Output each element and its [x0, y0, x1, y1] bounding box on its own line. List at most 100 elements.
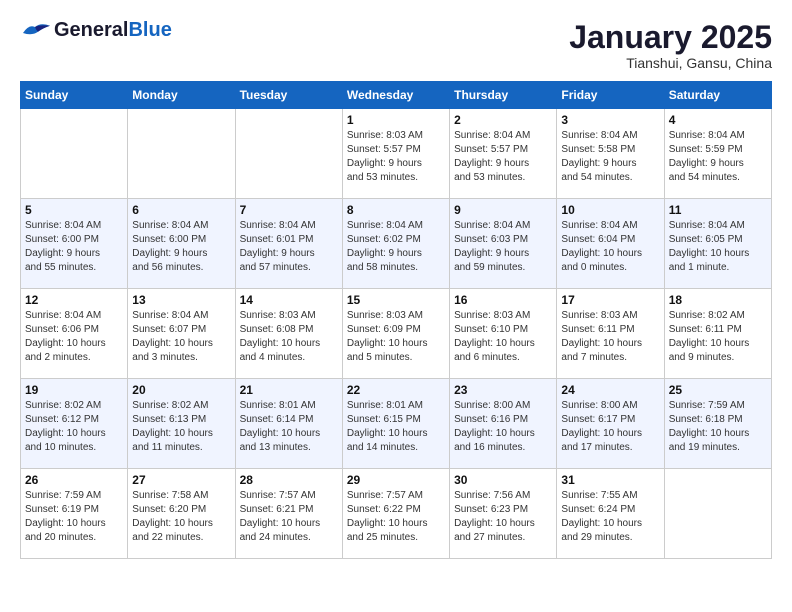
- day-info: Sunrise: 7:58 AM Sunset: 6:20 PM Dayligh…: [132, 489, 230, 545]
- day-info: Sunrise: 8:01 AM Sunset: 6:15 PM Dayligh…: [347, 399, 445, 455]
- day-number: 19: [25, 383, 123, 397]
- calendar-cell: 22 Sunrise: 8:01 AM Sunset: 6:15 PM Dayli…: [342, 379, 449, 469]
- calendar-cell: [128, 109, 235, 199]
- col-friday: Friday: [557, 82, 664, 109]
- day-info: Sunrise: 8:03 AM Sunset: 5:57 PM Dayligh…: [347, 129, 445, 185]
- calendar-title: January 2025: [569, 20, 772, 55]
- day-number: 18: [669, 293, 767, 307]
- day-number: 26: [25, 473, 123, 487]
- col-saturday: Saturday: [664, 82, 771, 109]
- calendar-cell: 12 Sunrise: 8:04 AM Sunset: 6:06 PM Dayli…: [21, 289, 128, 379]
- calendar-cell: [21, 109, 128, 199]
- logo-text: GeneralBlue: [54, 20, 172, 40]
- calendar-week-row: 5 Sunrise: 8:04 AM Sunset: 6:00 PM Daylig…: [21, 199, 772, 289]
- day-info: Sunrise: 8:00 AM Sunset: 6:16 PM Dayligh…: [454, 399, 552, 455]
- day-info: Sunrise: 8:04 AM Sunset: 6:00 PM Dayligh…: [132, 219, 230, 275]
- calendar-cell: 10 Sunrise: 8:04 AM Sunset: 6:04 PM Dayli…: [557, 199, 664, 289]
- calendar-cell: 11Sunrise: 8:04 AM Sunset: 6:05 PM Dayli…: [664, 199, 771, 289]
- day-info: Sunrise: 8:04 AM Sunset: 6:03 PM Dayligh…: [454, 219, 552, 275]
- day-number: 4: [669, 113, 767, 127]
- calendar-cell: 30 Sunrise: 7:56 AM Sunset: 6:23 PM Dayli…: [450, 469, 557, 559]
- calendar-cell: 7 Sunrise: 8:04 AM Sunset: 6:01 PM Daylig…: [235, 199, 342, 289]
- calendar-cell: 16Sunrise: 8:03 AM Sunset: 6:10 PM Dayli…: [450, 289, 557, 379]
- day-info: Sunrise: 7:59 AM Sunset: 6:18 PM Dayligh…: [669, 399, 767, 455]
- day-info: Sunrise: 8:01 AM Sunset: 6:14 PM Dayligh…: [240, 399, 338, 455]
- calendar-cell: 14 Sunrise: 8:03 AM Sunset: 6:08 PM Dayli…: [235, 289, 342, 379]
- day-info: Sunrise: 8:04 AM Sunset: 6:04 PM Dayligh…: [561, 219, 659, 275]
- calendar-cell: 19 Sunrise: 8:02 AM Sunset: 6:12 PM Dayli…: [21, 379, 128, 469]
- day-info: Sunrise: 8:03 AM Sunset: 6:09 PM Dayligh…: [347, 309, 445, 365]
- calendar-cell: 8Sunrise: 8:04 AM Sunset: 6:02 PM Daylig…: [342, 199, 449, 289]
- day-info: Sunrise: 8:04 AM Sunset: 6:06 PM Dayligh…: [25, 309, 123, 365]
- day-info: Sunrise: 7:57 AM Sunset: 6:21 PM Dayligh…: [240, 489, 338, 545]
- day-number: 21: [240, 383, 338, 397]
- day-number: 8: [347, 203, 445, 217]
- day-number: 15: [347, 293, 445, 307]
- calendar-cell: 28 Sunrise: 7:57 AM Sunset: 6:21 PM Dayli…: [235, 469, 342, 559]
- day-number: 20: [132, 383, 230, 397]
- day-number: 31: [561, 473, 659, 487]
- day-info: Sunrise: 8:02 AM Sunset: 6:12 PM Dayligh…: [25, 399, 123, 455]
- day-info: Sunrise: 8:00 AM Sunset: 6:17 PM Dayligh…: [561, 399, 659, 455]
- day-number: 30: [454, 473, 552, 487]
- calendar-week-row: 19 Sunrise: 8:02 AM Sunset: 6:12 PM Dayli…: [21, 379, 772, 469]
- col-thursday: Thursday: [450, 82, 557, 109]
- day-info: Sunrise: 8:02 AM Sunset: 6:11 PM Dayligh…: [669, 309, 767, 365]
- day-info: Sunrise: 7:59 AM Sunset: 6:19 PM Dayligh…: [25, 489, 123, 545]
- day-number: 12: [25, 293, 123, 307]
- day-number: 17: [561, 293, 659, 307]
- day-number: 13: [132, 293, 230, 307]
- calendar-cell: [664, 469, 771, 559]
- day-info: Sunrise: 8:04 AM Sunset: 5:58 PM Dayligh…: [561, 129, 659, 185]
- day-number: 14: [240, 293, 338, 307]
- col-sunday: Sunday: [21, 82, 128, 109]
- calendar-cell: 1 Sunrise: 8:03 AM Sunset: 5:57 PM Daylig…: [342, 109, 449, 199]
- day-info: Sunrise: 7:57 AM Sunset: 6:22 PM Dayligh…: [347, 489, 445, 545]
- day-info: Sunrise: 8:04 AM Sunset: 6:01 PM Dayligh…: [240, 219, 338, 275]
- day-info: Sunrise: 8:03 AM Sunset: 6:08 PM Dayligh…: [240, 309, 338, 365]
- day-number: 3: [561, 113, 659, 127]
- calendar-cell: 2 Sunrise: 8:04 AM Sunset: 5:57 PM Daylig…: [450, 109, 557, 199]
- day-number: 22: [347, 383, 445, 397]
- calendar-cell: 18 Sunrise: 8:02 AM Sunset: 6:11 PM Dayli…: [664, 289, 771, 379]
- calendar-body: 1 Sunrise: 8:03 AM Sunset: 5:57 PM Daylig…: [21, 109, 772, 559]
- calendar-header-row: Sunday Monday Tuesday Wednesday Thursday…: [21, 82, 772, 109]
- calendar-cell: 25Sunrise: 7:59 AM Sunset: 6:18 PM Dayli…: [664, 379, 771, 469]
- calendar-cell: 15 Sunrise: 8:03 AM Sunset: 6:09 PM Dayli…: [342, 289, 449, 379]
- day-number: 2: [454, 113, 552, 127]
- day-info: Sunrise: 8:02 AM Sunset: 6:13 PM Dayligh…: [132, 399, 230, 455]
- calendar-cell: 26 Sunrise: 7:59 AM Sunset: 6:19 PM Dayli…: [21, 469, 128, 559]
- calendar-cell: 9 Sunrise: 8:04 AM Sunset: 6:03 PM Daylig…: [450, 199, 557, 289]
- calendar-cell: 4 Sunrise: 8:04 AM Sunset: 5:59 PM Daylig…: [664, 109, 771, 199]
- calendar-week-row: 26 Sunrise: 7:59 AM Sunset: 6:19 PM Dayli…: [21, 469, 772, 559]
- calendar-cell: 29Sunrise: 7:57 AM Sunset: 6:22 PM Dayli…: [342, 469, 449, 559]
- day-info: Sunrise: 8:04 AM Sunset: 6:07 PM Dayligh…: [132, 309, 230, 365]
- day-info: Sunrise: 8:03 AM Sunset: 6:11 PM Dayligh…: [561, 309, 659, 365]
- col-tuesday: Tuesday: [235, 82, 342, 109]
- day-number: 5: [25, 203, 123, 217]
- day-number: 23: [454, 383, 552, 397]
- day-info: Sunrise: 8:03 AM Sunset: 6:10 PM Dayligh…: [454, 309, 552, 365]
- day-info: Sunrise: 7:55 AM Sunset: 6:24 PM Dayligh…: [561, 489, 659, 545]
- page-header: GeneralBlue January 2025 Tianshui, Gansu…: [20, 20, 772, 71]
- day-number: 11: [669, 203, 767, 217]
- day-info: Sunrise: 8:04 AM Sunset: 5:59 PM Dayligh…: [669, 129, 767, 185]
- calendar-table: Sunday Monday Tuesday Wednesday Thursday…: [20, 81, 772, 559]
- day-number: 27: [132, 473, 230, 487]
- calendar-cell: 13 Sunrise: 8:04 AM Sunset: 6:07 PM Dayli…: [128, 289, 235, 379]
- day-number: 9: [454, 203, 552, 217]
- day-number: 28: [240, 473, 338, 487]
- day-number: 10: [561, 203, 659, 217]
- col-wednesday: Wednesday: [342, 82, 449, 109]
- calendar-cell: 27 Sunrise: 7:58 AM Sunset: 6:20 PM Dayli…: [128, 469, 235, 559]
- day-number: 1: [347, 113, 445, 127]
- day-number: 24: [561, 383, 659, 397]
- calendar-week-row: 1 Sunrise: 8:03 AM Sunset: 5:57 PM Daylig…: [21, 109, 772, 199]
- day-info: Sunrise: 8:04 AM Sunset: 5:57 PM Dayligh…: [454, 129, 552, 185]
- calendar-cell: 20 Sunrise: 8:02 AM Sunset: 6:13 PM Dayli…: [128, 379, 235, 469]
- day-number: 6: [132, 203, 230, 217]
- col-monday: Monday: [128, 82, 235, 109]
- day-number: 7: [240, 203, 338, 217]
- calendar-week-row: 12 Sunrise: 8:04 AM Sunset: 6:06 PM Dayli…: [21, 289, 772, 379]
- day-info: Sunrise: 7:56 AM Sunset: 6:23 PM Dayligh…: [454, 489, 552, 545]
